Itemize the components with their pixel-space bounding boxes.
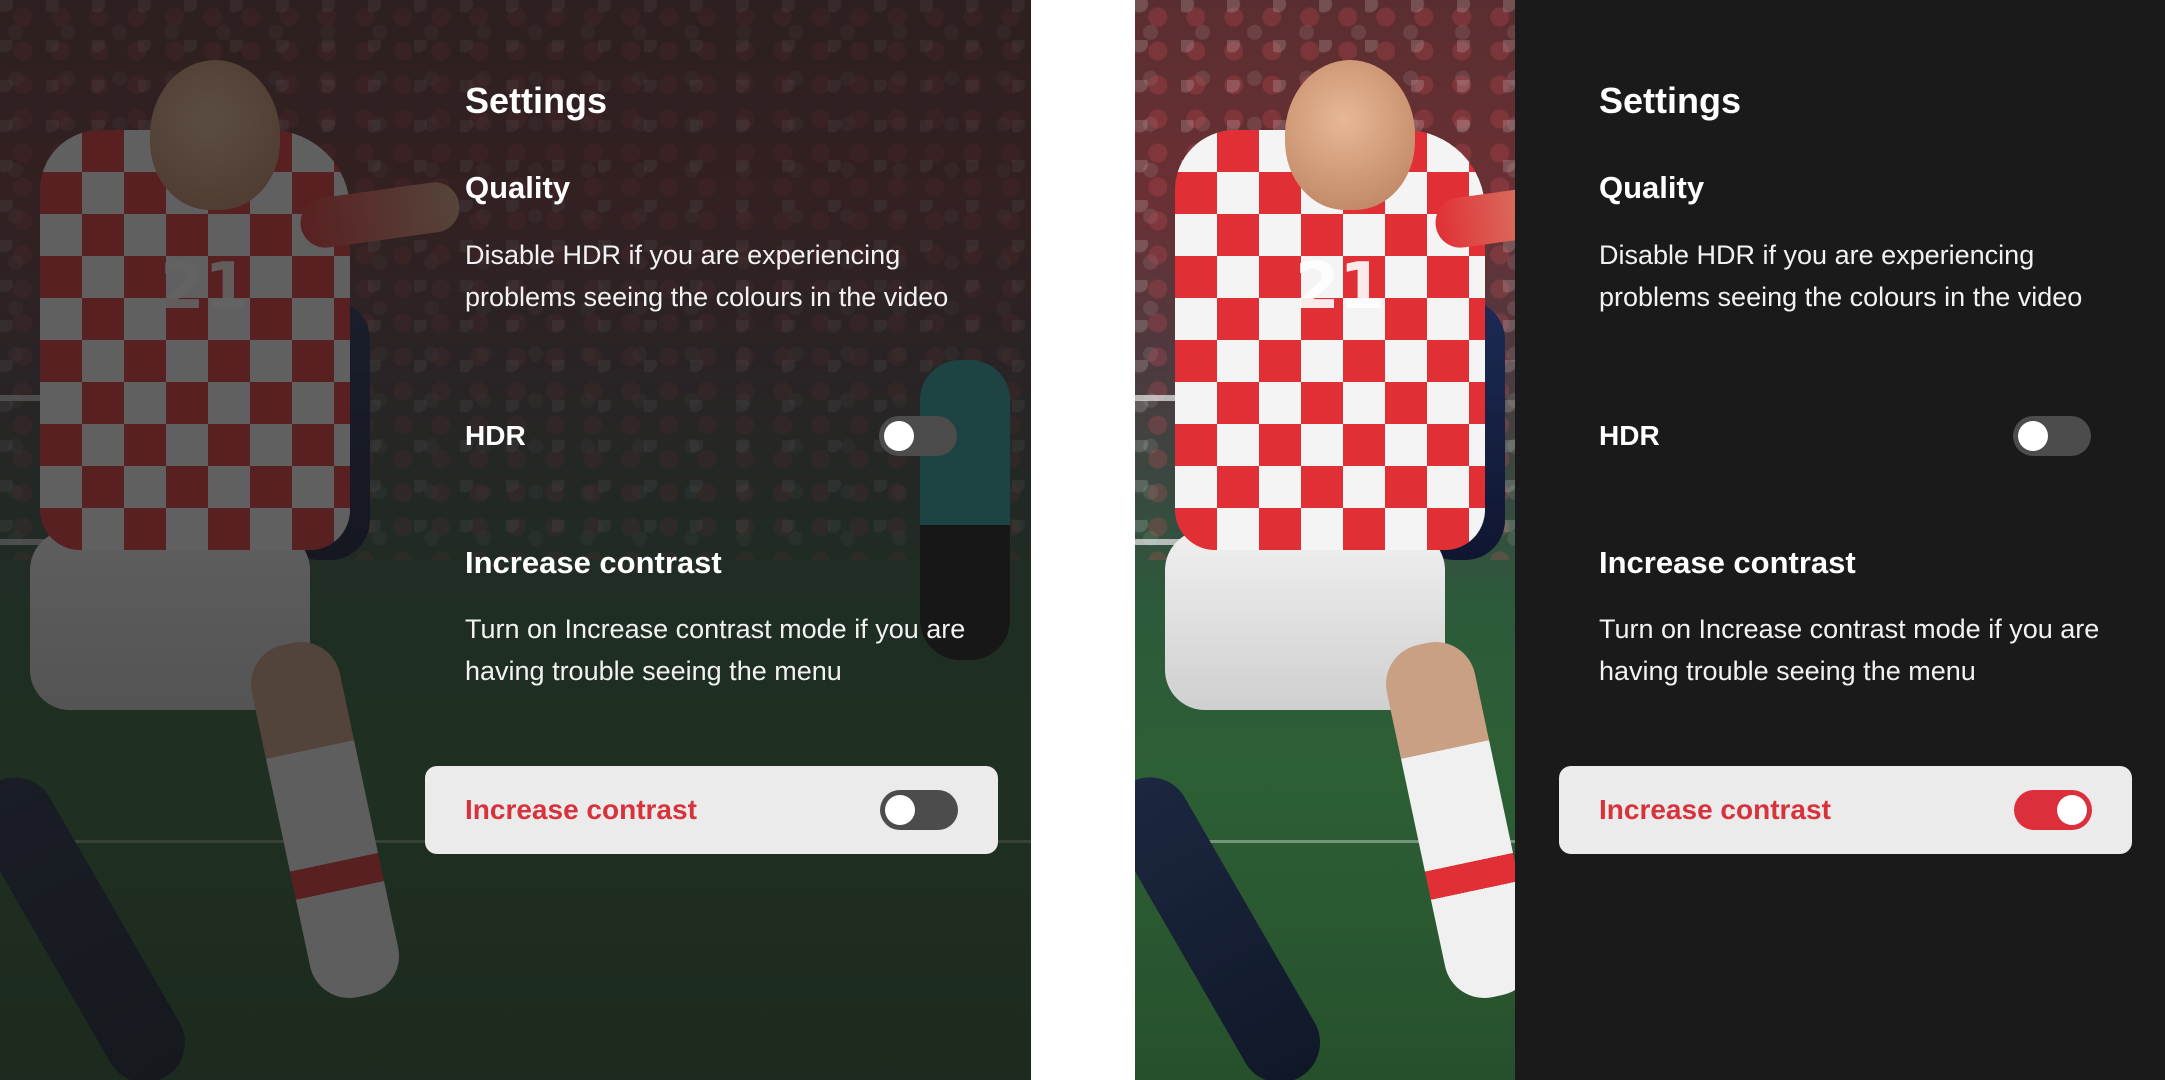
settings-menu: Settings Quality Disable HDR if you are … [1135,0,2165,1080]
quality-description: Disable HDR if you are experiencing prob… [1599,240,2083,312]
contrast-description: Turn on Increase contrast mode if you ar… [465,614,966,686]
toggle-knob [885,795,915,825]
increase-contrast-row[interactable]: Increase contrast [1559,766,2132,854]
settings-title: Settings [465,80,608,121]
quality-description: Disable HDR if you are experiencing prob… [465,240,949,312]
toggle-knob [2018,421,2048,451]
toggle-knob [2057,795,2087,825]
increase-contrast-toggle[interactable] [2014,790,2092,830]
settings-title: Settings [1599,80,1742,121]
settings-menu: Settings Quality Disable HDR if you are … [0,0,1031,1080]
contrast-heading: Increase contrast [1599,545,1856,580]
quality-heading: Quality [1599,170,1705,205]
hdr-toggle[interactable] [2013,416,2091,456]
settings-panel-overlay: 21 Settings Quality Disable HDR if you a… [0,0,1031,1080]
hdr-toggle[interactable] [879,416,957,456]
increase-contrast-label: Increase contrast [465,794,697,825]
increase-contrast-row[interactable]: Increase contrast [425,766,998,854]
hdr-label: HDR [465,420,526,451]
contrast-description: Turn on Increase contrast mode if you ar… [1599,614,2100,686]
increase-contrast-label: Increase contrast [1599,794,1831,825]
contrast-heading: Increase contrast [465,545,722,580]
quality-heading: Quality [465,170,571,205]
increase-contrast-toggle[interactable] [880,790,958,830]
toggle-knob [884,421,914,451]
settings-panel-solid: 21 Settings Quality Disable HDR if you a… [1135,0,2165,1080]
hdr-label: HDR [1599,420,1660,451]
